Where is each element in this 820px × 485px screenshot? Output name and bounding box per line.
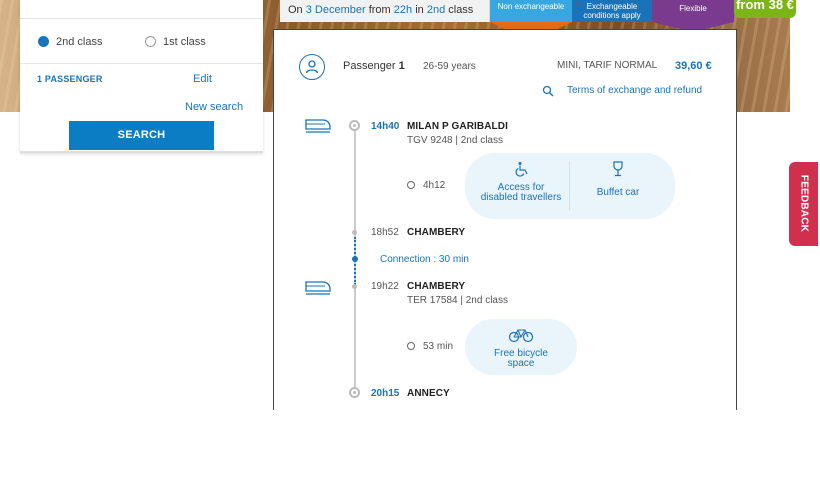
departure-stop-marker <box>352 284 357 289</box>
leg1-departure-station: MILAN P GARIBALDI <box>407 121 508 132</box>
tab-flexible[interactable]: Flexible <box>652 0 734 32</box>
leg1-train-info: TGV 9248 | 2nd class <box>407 135 503 146</box>
clock-icon <box>407 342 415 350</box>
clock-icon <box>407 181 415 189</box>
passenger-label-text: Passenger <box>343 60 396 72</box>
tab-exchangeable-label: Exchangeable conditions apply <box>583 2 641 20</box>
passenger-label: Passenger 1 <box>343 60 405 72</box>
tab-flexible-label: Flexible <box>679 4 707 13</box>
search-summary: On 3 December from 22h in 2nd class <box>280 0 490 22</box>
leg2-arrival-station: ANNECY <box>407 388 450 399</box>
leg1-arrival-station: CHAMBERY <box>407 227 466 238</box>
tab-price-from[interactable]: from 38 € <box>734 0 796 18</box>
wheelchair-icon <box>515 162 528 177</box>
arrival-stop-marker <box>352 230 357 235</box>
service-bicycle: Free bicycle space <box>494 348 548 369</box>
service-buffet: Buffet car <box>596 187 640 198</box>
tab-non-exchangeable[interactable]: Non exchangeable <box>490 0 572 42</box>
wine-glass-icon <box>613 161 623 177</box>
arrival-stop-marker <box>349 387 360 398</box>
edit-passengers-link[interactable]: Edit <box>193 73 212 85</box>
class-2-label: 2nd class <box>56 36 103 48</box>
class-1-label: 1st class <box>163 36 206 48</box>
terms-link-text: Terms of exchange and refund <box>567 85 703 96</box>
leg2-services: Free bicycle space <box>465 319 577 375</box>
leg2-departure-time: 19h22 <box>371 281 399 292</box>
fare-price: 39,60 € <box>675 60 712 72</box>
feedback-label: FEEDBACK <box>798 174 810 233</box>
date-in: in <box>412 4 427 16</box>
service-divider <box>569 161 570 211</box>
new-search-link[interactable]: New search <box>185 101 243 113</box>
tab-non-exchangeable-label: Non exchangeable <box>497 2 565 11</box>
magnifier-icon <box>542 85 554 97</box>
user-icon <box>299 54 325 80</box>
leg2-departure-station: CHAMBERY <box>407 281 466 292</box>
leg1-departure-time: 14h40 <box>371 121 400 132</box>
bicycle-icon <box>508 329 534 343</box>
journey-detail-card: Passenger 1 26-59 years MINI, TARIF NORM… <box>273 29 737 410</box>
leg2-arrival-time: 20h15 <box>371 388 400 399</box>
leg1-duration: 4h12 <box>423 180 446 191</box>
leg2-train-info: TER 17584 | 2nd class <box>407 295 508 306</box>
tab-exchangeable[interactable]: Exchangeable conditions apply <box>572 0 652 22</box>
travel-class: 2nd <box>426 4 446 16</box>
travel-hour: 22h <box>393 4 413 16</box>
leg1-services: Access for disabled travellers Buffet ca… <box>465 153 675 219</box>
connection-duration: Connection : 30 min <box>380 254 469 265</box>
class-selector: 2nd class 1st class <box>20 18 263 64</box>
date-class-suffix: class <box>445 4 474 16</box>
class-2-radio[interactable] <box>38 36 49 47</box>
service-accessibility: Access for disabled travellers <box>480 182 562 203</box>
leg2-duration: 53 min <box>423 341 454 352</box>
class-1-radio[interactable] <box>145 36 156 47</box>
search-button[interactable]: SEARCH <box>69 121 214 150</box>
connection-marker <box>352 256 358 262</box>
date-prefix: On <box>288 4 306 16</box>
date-from: from <box>365 4 394 16</box>
passenger-age: 26-59 years <box>423 61 476 72</box>
travel-date: 3 December <box>305 4 366 16</box>
train-icon <box>305 119 331 133</box>
passenger-count: 1 PASSENGER <box>37 74 103 84</box>
fare-name: MINI, TARIF NORMAL <box>557 60 658 71</box>
leg1-arrival-time: 18h52 <box>371 227 399 238</box>
feedback-button[interactable]: FEEDBACK <box>789 162 818 246</box>
search-panel: 2nd class 1st class 1 PASSENGER Edit New… <box>20 0 263 153</box>
train-icon <box>305 281 331 295</box>
passenger-number: 1 <box>398 60 405 72</box>
departure-stop-marker <box>349 120 360 131</box>
